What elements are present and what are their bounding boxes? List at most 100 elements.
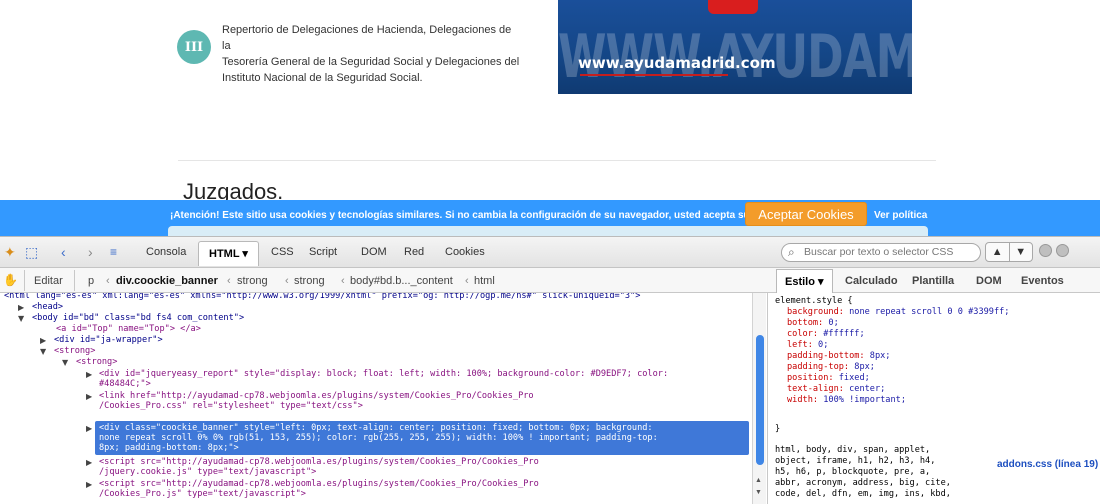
- html-node-script-cookie[interactable]: <script src="http://ayudamad-cp78.webjoo…: [99, 457, 539, 467]
- collapse-triangle-icon[interactable]: ▼: [40, 347, 46, 357]
- html-node-jqueryeasy-report[interactable]: <div id="jqueryeasy_report" style="displ…: [99, 369, 668, 379]
- scroll-down-icon[interactable]: ▼: [755, 489, 762, 496]
- back-arrow-icon[interactable]: ‹: [61, 244, 66, 260]
- tab-plantilla[interactable]: Plantilla: [912, 275, 954, 287]
- tab-consola[interactable]: Consola: [146, 246, 186, 258]
- html-node-script-cookie-cont: /jquery.cookie.js" type="text/javascript…: [99, 467, 317, 477]
- crumb-p[interactable]: p: [88, 275, 94, 287]
- crumb-separator-icon: ‹: [227, 275, 231, 287]
- repertorio-text[interactable]: Repertorio de Delegaciones de Hacienda, …: [222, 22, 522, 86]
- crumb-strong[interactable]: strong: [237, 275, 268, 287]
- search-input[interactable]: ⌕ Buscar por texto o selector CSS: [781, 243, 981, 262]
- cookie-notice-text: ¡Atención! Este sitio usa cookies y tecn…: [170, 210, 771, 221]
- inspect-icon[interactable]: ⬚: [25, 244, 38, 260]
- style-value: 8px;: [849, 362, 875, 372]
- style-value: fixed;: [833, 373, 870, 383]
- style-decl[interactable]: position: fixed;: [787, 373, 870, 384]
- console-lines-icon[interactable]: ≡: [110, 244, 117, 260]
- style-decl[interactable]: padding-bottom: 8px;: [787, 351, 890, 362]
- edit-button[interactable]: Editar: [34, 275, 63, 287]
- style-panel[interactable]: element.style { background: none repeat …: [767, 293, 1100, 504]
- expand-triangle-icon[interactable]: ▶: [40, 336, 46, 346]
- tab-script[interactable]: Script: [309, 246, 337, 258]
- scrollbar-thumb[interactable]: [756, 335, 764, 465]
- html-node-jqueryeasy-report-cont: #48484C;">: [99, 379, 151, 389]
- expand-triangle-icon[interactable]: ▶: [86, 480, 92, 490]
- style-value: 8px;: [864, 351, 891, 361]
- style-decl[interactable]: bottom: 0;: [787, 318, 839, 329]
- html-node-ja-wrapper[interactable]: <div id="ja-wrapper">: [54, 335, 163, 345]
- style-decl[interactable]: padding-top: 8px;: [787, 362, 875, 373]
- style-value: center;: [843, 384, 886, 394]
- tab-cookies[interactable]: Cookies: [445, 246, 485, 258]
- minimize-icon[interactable]: [1039, 244, 1052, 257]
- html-node-link-css[interactable]: <link href="http://ayudamad-cp78.webjoom…: [99, 391, 534, 401]
- expand-triangle-icon[interactable]: ▶: [86, 370, 92, 380]
- tab-estilo[interactable]: Estilo ▾: [776, 269, 833, 293]
- tab-dom-side[interactable]: DOM: [976, 275, 1002, 287]
- style-decl[interactable]: left: 0;: [787, 340, 828, 351]
- html-node-strong[interactable]: <strong>: [54, 346, 95, 356]
- collapse-triangle-icon[interactable]: ▼: [62, 358, 68, 368]
- html-node-head[interactable]: <head>: [32, 302, 63, 312]
- close-icon[interactable]: [1056, 244, 1069, 257]
- ayudamadrid-banner[interactable]: WWW.AYUDAMADRID.COM www.ayudamadrid.com: [558, 0, 912, 94]
- tab-red[interactable]: Red: [404, 246, 424, 258]
- html-tree-panel[interactable]: <html lang="es-es" xml:lang="es-es" xmln…: [0, 293, 752, 504]
- html-node-body[interactable]: <body id="bd" class="bd fs4 com_content"…: [32, 313, 244, 323]
- tab-css[interactable]: CSS: [271, 246, 294, 258]
- banner-underline: [580, 74, 728, 76]
- html-node-coockie-banner[interactable]: <div class="coockie_banner" style="left:…: [99, 423, 653, 433]
- chevron-down-icon[interactable]: ▼: [1010, 243, 1033, 261]
- tab-eventos[interactable]: Eventos: [1021, 275, 1064, 287]
- tab-dom[interactable]: DOM: [361, 246, 387, 258]
- forward-arrow-icon[interactable]: ›: [88, 244, 93, 260]
- style-value: 0;: [812, 340, 829, 350]
- repertorio-line: Instituto Nacional de la Seguridad Socia…: [222, 72, 423, 84]
- html-node-script-cookiespro-cont: /Cookies_Pro.js" type="text/javascript">: [99, 489, 306, 499]
- style-decl[interactable]: color: #ffffff;: [787, 329, 865, 340]
- breadcrumb: ✋ Editar p ‹ div.coockie_banner ‹ strong…: [0, 268, 1100, 293]
- collapse-triangle-icon[interactable]: ▼: [18, 314, 24, 324]
- accept-cookies-button[interactable]: Aceptar Cookies: [745, 202, 867, 226]
- html-node-strong[interactable]: <strong>: [76, 357, 117, 367]
- expand-triangle-icon[interactable]: ▶: [18, 303, 24, 313]
- style-prop: background:: [787, 307, 844, 317]
- tab-html[interactable]: HTML ▾: [198, 241, 259, 266]
- style-value: 0;: [823, 318, 839, 328]
- style-source-link[interactable]: addons.css (línea 19): [997, 459, 1098, 471]
- cookie-policy-link[interactable]: Ver política: [874, 210, 927, 221]
- crumb-body[interactable]: body#bd.b..._content: [350, 275, 453, 287]
- expand-triangle-icon[interactable]: ▶: [86, 392, 92, 402]
- crumb-html[interactable]: html: [474, 275, 495, 287]
- firebug-icon[interactable]: ✦: [4, 244, 16, 260]
- tab-calculado[interactable]: Calculado: [845, 275, 898, 287]
- search-nav-buttons[interactable]: ▲ ▼: [985, 242, 1033, 262]
- banner-url: www.ayudamadrid.com: [578, 54, 776, 72]
- crumb-separator-icon: ‹: [465, 275, 469, 287]
- style-rule-selector: h5, h6, p, blockquote, pre, a,: [775, 467, 931, 477]
- banner-red-tab: [708, 0, 758, 14]
- html-node-coockie-banner-cont: none repeat scroll 0% 0% rgb(51, 153, 25…: [99, 433, 658, 443]
- style-decl[interactable]: width: 100% !important;: [787, 395, 906, 406]
- style-prop: color:: [787, 329, 819, 339]
- html-node-anchor-top[interactable]: <a id="Top" name="Top"> </a>: [56, 324, 201, 334]
- style-prop: text-align:: [787, 384, 844, 394]
- screen: III Repertorio de Delegaciones de Hacien…: [0, 0, 1100, 504]
- style-decl[interactable]: background: none repeat scroll 0 0 #3399…: [787, 307, 1010, 318]
- expand-triangle-icon[interactable]: ▶: [86, 458, 92, 468]
- crumb-coockie-banner[interactable]: div.coockie_banner: [116, 275, 218, 287]
- style-rule-selector: element.style {: [775, 296, 853, 306]
- crumb-strong[interactable]: strong: [294, 275, 325, 287]
- expand-triangle-icon[interactable]: ▶: [86, 424, 92, 434]
- html-node-html[interactable]: <html lang="es-es" xml:lang="es-es" xmln…: [4, 293, 640, 301]
- style-decl[interactable]: text-align: center;: [787, 384, 885, 395]
- search-placeholder: Buscar por texto o selector CSS: [804, 246, 954, 258]
- html-node-coockie-banner-cont: 8px; padding-bottom: 8px;">: [99, 443, 239, 453]
- html-node-script-cookiespro[interactable]: <script src="http://ayudamad-cp78.webjoo…: [99, 479, 539, 489]
- chevron-up-icon[interactable]: ▲: [986, 243, 1010, 261]
- style-prop: width:: [787, 395, 819, 405]
- style-value: #ffffff;: [818, 329, 865, 339]
- html-panel-scrollbar[interactable]: ▲ ▼: [752, 293, 766, 504]
- scroll-up-icon[interactable]: ▲: [755, 477, 762, 484]
